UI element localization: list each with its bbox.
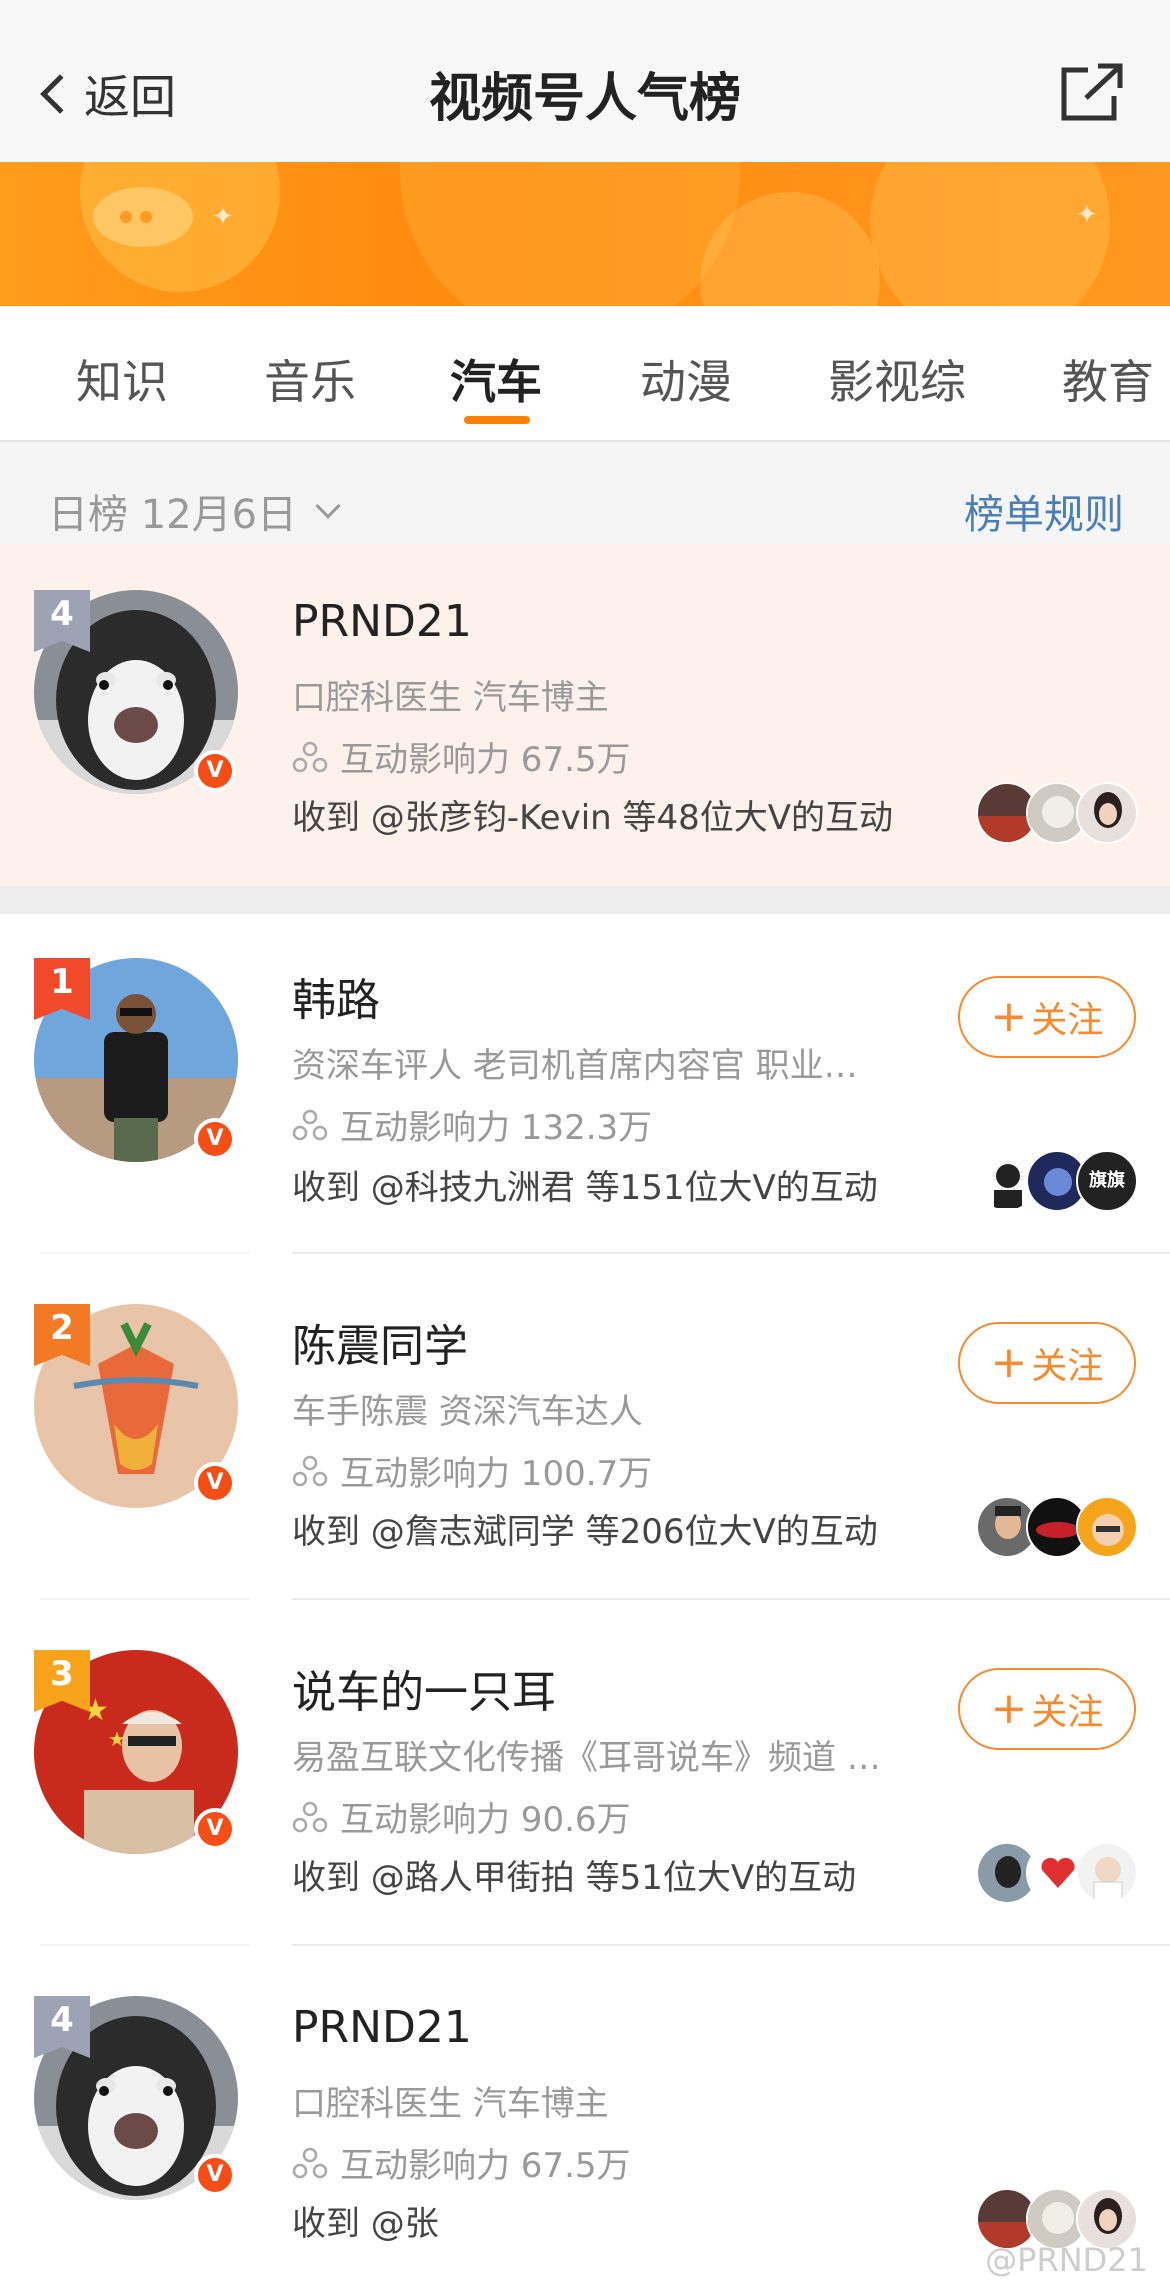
user-description: 口腔科医生 汽车博主 bbox=[292, 678, 609, 718]
plus-icon: + bbox=[990, 1337, 1028, 1388]
user-name[interactable]: PRND21 bbox=[292, 596, 472, 647]
influence-icon bbox=[292, 1109, 328, 1140]
follow-label: 关注 bbox=[1031, 1692, 1104, 1733]
user-description: 易盈互联文化传播《耳哥说车》频道 … bbox=[292, 1738, 881, 1778]
mini-avatar bbox=[1076, 1842, 1138, 1904]
mini-avatar bbox=[1076, 1496, 1138, 1558]
influence-icon bbox=[292, 741, 328, 772]
row-divider bbox=[292, 1944, 1170, 1946]
tab-anime[interactable]: 动漫 bbox=[640, 346, 732, 412]
verified-badge-icon: V bbox=[194, 1462, 236, 1504]
banner-decoration bbox=[400, 162, 740, 306]
influence-score: 互动影响力 132.3万 bbox=[292, 1100, 652, 1149]
user-description: 资深车评人 老司机首席内容官 职业… bbox=[292, 1046, 858, 1086]
interacting-users[interactable] bbox=[976, 1842, 1144, 1904]
chevron-down-icon bbox=[315, 493, 341, 519]
user-name[interactable]: 韩路 bbox=[292, 964, 380, 1028]
influence-icon bbox=[292, 1801, 328, 1832]
mini-avatar bbox=[1076, 782, 1138, 844]
user-description: 口腔科医生 汽车博主 bbox=[292, 2084, 609, 2124]
user-name[interactable]: 说车的一只耳 bbox=[292, 1656, 556, 1720]
banner: ✦ ✦ bbox=[0, 162, 1170, 306]
tab-film-tv[interactable]: 影视综 bbox=[828, 346, 966, 412]
influence-text: 互动影响力 132.3万 bbox=[340, 1108, 653, 1148]
tab-car[interactable]: 汽车 bbox=[450, 346, 542, 412]
influence-text: 互动影响力 67.5万 bbox=[340, 2146, 631, 2186]
follow-button[interactable]: + 关注 bbox=[958, 1668, 1136, 1750]
interacting-users[interactable] bbox=[976, 1496, 1144, 1558]
chat-bubble-icon bbox=[93, 187, 193, 247]
influence-score: 互动影响力 67.5万 bbox=[292, 732, 631, 781]
tab-knowledge[interactable]: 知识 bbox=[76, 346, 168, 412]
plus-icon: + bbox=[990, 991, 1028, 1042]
interaction-summary[interactable]: 收到 @张 bbox=[292, 2196, 439, 2245]
date-label: 日榜 12月6日 bbox=[48, 492, 298, 538]
interaction-summary[interactable]: 收到 @路人甲街拍 等51位大V的互动 bbox=[292, 1850, 856, 1899]
row-divider bbox=[40, 1944, 250, 1946]
verified-badge-icon: V bbox=[194, 1118, 236, 1160]
verified-badge-icon: V bbox=[194, 2154, 236, 2196]
nav-bar: 返回 视频号人气榜 bbox=[0, 0, 1170, 162]
follow-button[interactable]: + 关注 bbox=[958, 1322, 1136, 1404]
mini-avatar-text: 旗旗 bbox=[1076, 1150, 1138, 1212]
blurred-overlay bbox=[438, 2195, 918, 2239]
row-divider bbox=[292, 1252, 1170, 1254]
verified-badge-icon: V bbox=[194, 750, 236, 792]
category-tabs: 知识 音乐 汽车 动漫 影视综 教育 bbox=[0, 306, 1170, 442]
plus-icon: + bbox=[990, 1683, 1028, 1734]
share-icon bbox=[1061, 63, 1123, 121]
tab-education[interactable]: 教育 bbox=[1062, 346, 1154, 412]
influence-score: 互动影响力 90.6万 bbox=[292, 1792, 631, 1841]
section-gap bbox=[0, 886, 1170, 914]
influence-icon bbox=[292, 1455, 328, 1486]
influence-text: 互动影响力 90.6万 bbox=[340, 1800, 631, 1840]
influence-score: 互动影响力 100.7万 bbox=[292, 1446, 652, 1495]
follow-label: 关注 bbox=[1031, 1346, 1104, 1387]
date-selector[interactable]: 日榜 12月6日 bbox=[48, 482, 341, 540]
user-description: 车手陈震 资深汽车达人 bbox=[292, 1392, 643, 1432]
row-divider bbox=[40, 1252, 250, 1254]
user-name[interactable]: PRND21 bbox=[292, 2002, 472, 2053]
row-divider bbox=[40, 1598, 250, 1600]
follow-button[interactable]: + 关注 bbox=[958, 976, 1136, 1058]
watermark: @PRND21 bbox=[985, 2241, 1148, 2279]
interacting-users[interactable] bbox=[976, 782, 1144, 844]
influence-icon bbox=[292, 2147, 328, 2178]
sparkle-icon: ✦ bbox=[1076, 200, 1098, 230]
influence-text: 互动影响力 67.5万 bbox=[340, 740, 631, 780]
row-divider bbox=[292, 1598, 1170, 1600]
interacting-users[interactable]: 旗旗 bbox=[976, 1150, 1144, 1212]
user-name[interactable]: 陈震同学 bbox=[292, 1310, 468, 1374]
follow-label: 关注 bbox=[1031, 1000, 1104, 1041]
influence-score: 互动影响力 67.5万 bbox=[292, 2138, 631, 2187]
active-tab-indicator bbox=[464, 416, 530, 424]
interaction-summary[interactable]: 收到 @科技九洲君 等151位大V的互动 bbox=[292, 1160, 878, 1209]
verified-badge-icon: V bbox=[194, 1808, 236, 1850]
interaction-summary[interactable]: 收到 @詹志斌同学 等206位大V的互动 bbox=[292, 1504, 878, 1553]
sparkle-icon: ✦ bbox=[212, 202, 234, 232]
interaction-summary[interactable]: 收到 @张彦钧-Kevin 等48位大V的互动 bbox=[292, 790, 893, 839]
influence-text: 互动影响力 100.7万 bbox=[340, 1454, 653, 1494]
banner-decoration bbox=[870, 162, 1110, 306]
tab-music[interactable]: 音乐 bbox=[264, 346, 356, 412]
ranking-rules-link[interactable]: 榜单规则 bbox=[964, 482, 1124, 540]
share-button[interactable] bbox=[1058, 62, 1126, 124]
page-title: 视频号人气榜 bbox=[428, 69, 741, 129]
